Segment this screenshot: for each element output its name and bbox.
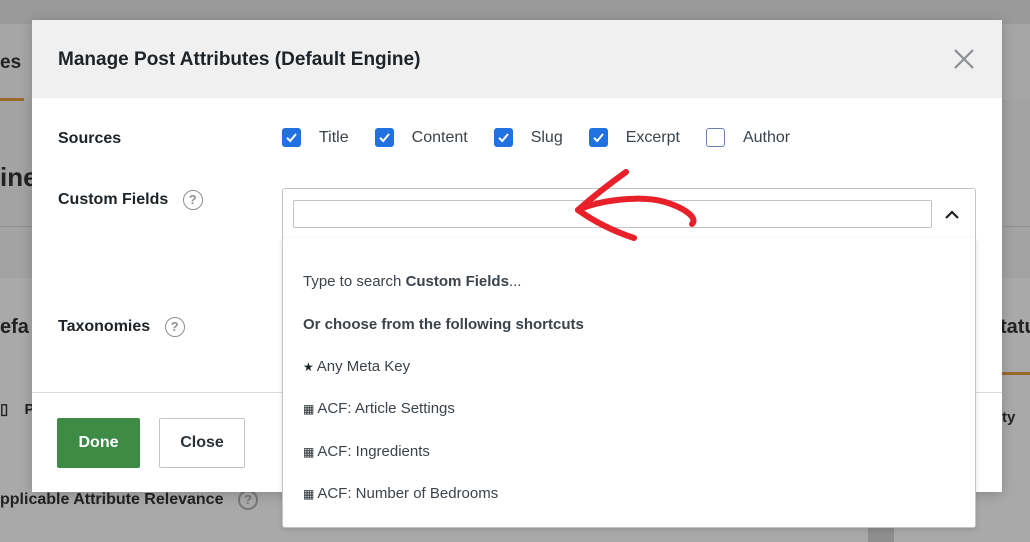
custom-fields-select[interactable] — [282, 188, 976, 240]
table-icon: ▦ — [303, 487, 315, 501]
background-bottom-row: pplicable Attribute Relevance ? — [0, 490, 258, 510]
option-label: ACF: Number of Bedrooms — [317, 485, 499, 502]
search-hint-suffix: ... — [508, 273, 522, 290]
source-title[interactable]: Title — [282, 128, 349, 147]
source-author-label: Author — [742, 128, 791, 146]
option-any-meta-key[interactable]: ★ Any Meta Key — [303, 358, 410, 375]
taxonomies-row-label: Taxonomies ? — [58, 317, 185, 337]
source-excerpt-label: Excerpt — [625, 128, 680, 146]
background-row-right: ty — [1002, 409, 1016, 426]
checkbox-checked-icon[interactable] — [588, 128, 608, 147]
search-hint: Type to search Custom Fields... — [303, 273, 521, 290]
background-tab: es — [0, 52, 22, 73]
option-acf-article-settings[interactable]: ▦ ACF: Article Settings — [303, 400, 455, 417]
search-hint-bold: Custom Fields — [405, 273, 509, 290]
close-icon[interactable] — [952, 47, 976, 71]
custom-fields-row-label: Custom Fields ? — [58, 190, 203, 210]
modal-title: Manage Post Attributes (Default Engine) — [58, 49, 421, 70]
checkbox-checked-icon[interactable] — [493, 128, 513, 147]
background-doc-icon: ▯ — [0, 401, 9, 418]
source-slug[interactable]: Slug — [493, 128, 563, 147]
table-icon: ▦ — [303, 402, 315, 416]
star-icon: ★ — [303, 360, 314, 374]
chevron-up-icon[interactable] — [943, 206, 961, 224]
source-excerpt[interactable]: Excerpt — [588, 128, 680, 147]
shortcuts-heading: Or choose from the following shortcuts — [303, 316, 584, 333]
done-button[interactable]: Done — [57, 418, 140, 468]
source-title-label: Title — [319, 128, 349, 146]
help-icon[interactable]: ? — [164, 317, 185, 337]
option-label: Any Meta Key — [316, 358, 411, 375]
checkbox-checked-icon[interactable] — [374, 128, 394, 147]
checkbox-checked-icon[interactable] — [282, 128, 301, 147]
source-slug-label: Slug — [530, 128, 563, 146]
taxonomies-label: Taxonomies — [58, 318, 151, 336]
modal-header: Manage Post Attributes (Default Engine) — [32, 20, 1002, 98]
custom-fields-dropdown: Type to search Custom Fields... Or choos… — [282, 238, 976, 528]
option-label: ACF: Article Settings — [317, 400, 455, 417]
table-icon: ▦ — [303, 445, 315, 459]
background-panel-title-right: tatu — [1000, 316, 1030, 338]
help-icon[interactable]: ? — [182, 190, 203, 210]
source-author[interactable]: Author — [705, 128, 791, 147]
background-panel-title-left: efa — [0, 316, 29, 338]
custom-fields-search-input[interactable] — [293, 200, 932, 228]
close-button[interactable]: Close — [159, 418, 245, 468]
background-help-icon: ? — [237, 490, 258, 510]
sources-label: Sources — [58, 130, 122, 147]
option-acf-number-of-bedrooms[interactable]: ▦ ACF: Number of Bedrooms — [303, 485, 498, 502]
source-content[interactable]: Content — [374, 128, 468, 147]
background-row-left: ▯ P — [0, 400, 34, 418]
custom-fields-label: Custom Fields — [58, 191, 169, 209]
sources-checkbox-group: Title Content Slug Excerpt Author — [282, 128, 816, 147]
option-acf-ingredients[interactable]: ▦ ACF: Ingredients — [303, 443, 430, 460]
source-content-label: Content — [411, 128, 468, 146]
search-hint-prefix: Type to search — [303, 273, 406, 290]
background-bottom-label: pplicable Attribute Relevance — [0, 491, 224, 509]
option-label: ACF: Ingredients — [317, 443, 430, 460]
background-tab-underline — [0, 98, 24, 101]
checkbox-unchecked-icon[interactable] — [705, 128, 725, 147]
